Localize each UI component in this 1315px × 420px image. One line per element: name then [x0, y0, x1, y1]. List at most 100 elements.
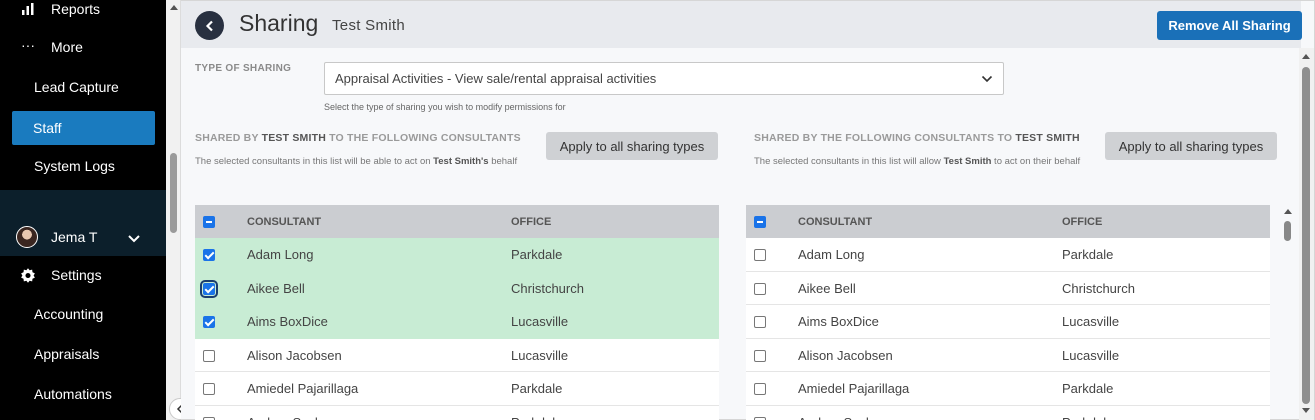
gear-icon — [20, 267, 36, 283]
consultant-office: Parkdale — [1062, 415, 1113, 420]
sidebar-item-label: Reports — [51, 1, 101, 17]
avatar — [16, 226, 38, 248]
user-menu[interactable]: Jema T — [0, 190, 166, 256]
sidebar-item-automations[interactable]: Automations — [0, 377, 166, 411]
consultant-name: Alison Jacobsen — [247, 347, 342, 363]
consultant-name: Amiedel Pajarillaga — [798, 381, 910, 396]
main-scrollbar[interactable] — [1299, 48, 1314, 420]
consultant-name: Adam Long — [247, 247, 314, 262]
consultant-name: Andrea Sachs — [798, 415, 880, 420]
consultant-name: Amiedel Pajarillaga — [247, 381, 359, 396]
consultant-office: Parkdale — [511, 247, 563, 262]
sidebar-item-appraisals[interactable]: Appraisals — [0, 337, 166, 371]
table-row[interactable]: Amiedel Pajarillaga Parkdale — [195, 372, 719, 406]
column-header-office: OFFICE — [1062, 216, 1103, 228]
type-of-sharing-select[interactable]: Appraisal Activities - View sale/rental … — [324, 62, 1004, 95]
page-subtitle: Test Smith — [332, 17, 406, 34]
row-checkbox[interactable] — [200, 279, 218, 298]
consultant-office: Lucasville — [511, 314, 569, 329]
row-checkbox[interactable] — [754, 316, 766, 328]
type-of-sharing-label: TYPE OF SHARING — [195, 63, 292, 74]
table-row[interactable]: Adam Long Parkdale — [195, 238, 719, 272]
table-row[interactable]: Andrea Sachs Parkdale — [746, 405, 1270, 420]
table-scrollbar[interactable] — [1281, 205, 1295, 420]
consultant-office: Christchurch — [511, 280, 584, 296]
row-checkbox[interactable] — [203, 249, 215, 261]
consultant-name: Adam Long — [798, 247, 865, 262]
scrollbar-thumb[interactable] — [1302, 67, 1310, 404]
consultant-office: Parkdale — [1062, 381, 1114, 396]
consultant-office: Parkdale — [1062, 247, 1114, 262]
row-checkbox[interactable] — [203, 316, 215, 328]
table-row[interactable]: Amiedel Pajarillaga Parkdale — [746, 372, 1270, 406]
chevron-down-icon[interactable] — [127, 231, 141, 247]
page-header: Sharing Test Smith Remove All Sharing — [181, 1, 1302, 48]
sidebar-item-label: Settings — [51, 267, 102, 283]
consultant-office: Lucasville — [1062, 314, 1120, 329]
scroll-up-icon[interactable] — [1284, 209, 1292, 214]
sidebar-item-lead-capture[interactable]: Lead Capture — [0, 70, 166, 104]
back-button[interactable] — [195, 11, 224, 40]
consultant-office: Christchurch — [1062, 280, 1135, 296]
sidebar-item-settings[interactable]: Settings — [0, 258, 166, 292]
sidebar-item-system-logs[interactable]: System Logs — [0, 149, 166, 183]
sidebar-item-label: System Logs — [34, 158, 115, 174]
consultant-name: Aikee Bell — [247, 280, 305, 296]
consultant-name: Andrea Sachs — [247, 415, 329, 420]
ellipsis-icon: ··· — [21, 37, 35, 53]
left-apply-all-button[interactable]: Apply to all sharing types — [546, 132, 718, 160]
scroll-up-icon[interactable] — [1302, 54, 1310, 59]
table-row[interactable]: Aims BoxDice Lucasville — [195, 305, 719, 339]
row-checkbox[interactable] — [754, 282, 766, 295]
consultant-office: Parkdale — [511, 415, 562, 420]
type-of-sharing-value: Appraisal Activities - View sale/rental … — [335, 71, 657, 86]
consultant-name: Aims BoxDice — [798, 314, 879, 329]
table-row[interactable]: Adam Long Parkdale — [746, 238, 1270, 272]
sidebar-item-accounting[interactable]: Accounting — [0, 297, 166, 331]
column-header-consultant: CONSULTANT — [247, 216, 322, 228]
table-row[interactable]: Alison Jacobsen Lucasville — [195, 338, 719, 372]
table-row[interactable]: Aims BoxDice Lucasville — [746, 305, 1270, 339]
row-checkbox[interactable] — [203, 349, 215, 362]
table-row[interactable]: Andrea Sachs Parkdale — [195, 405, 719, 420]
right-consultant-table: CONSULTANT OFFICE Adam Long Parkdale Aikee… — [746, 205, 1270, 420]
consultant-name: Aikee Bell — [798, 280, 856, 296]
row-checkbox[interactable] — [203, 383, 215, 395]
row-checkbox[interactable] — [754, 349, 766, 362]
sidebar-item-staff[interactable]: Staff — [12, 111, 155, 145]
main-content: Sharing Test Smith Remove All Sharing TY… — [181, 0, 1315, 420]
scrollbar-thumb[interactable] — [1284, 221, 1291, 241]
chevron-left-icon — [205, 20, 213, 31]
row-checkbox[interactable] — [754, 249, 766, 261]
sidebar-scrollbar[interactable] — [166, 0, 181, 420]
sidebar-item-label: Staff — [33, 120, 62, 136]
page-title: Sharing — [239, 10, 319, 36]
scroll-down-icon[interactable] — [1302, 408, 1310, 413]
sidebar-item-label: More — [51, 39, 83, 55]
row-checkbox[interactable] — [754, 383, 766, 395]
table-row[interactable]: Aikee Bell Christchurch — [746, 271, 1270, 305]
bar-chart-icon — [20, 1, 36, 17]
consultant-office: Lucasville — [1062, 347, 1120, 363]
right-section-description: The selected consultants in this list wi… — [754, 156, 1081, 167]
table-row[interactable]: Aikee Bell Christchurch — [195, 271, 719, 305]
sidebar-item-reports[interactable]: Reports — [0, 0, 166, 26]
sidebar-item-more[interactable]: ··· More — [0, 30, 166, 64]
row-checkbox[interactable] — [203, 416, 215, 420]
table-row[interactable]: Alison Jacobsen Lucasville — [746, 338, 1270, 372]
right-apply-all-button[interactable]: Apply to all sharing types — [1105, 132, 1277, 160]
left-section-title: SHARED BY TEST SMITH TO THE FOLLOWING CO… — [195, 132, 521, 144]
select-all-checkbox[interactable] — [754, 216, 766, 228]
table-header: CONSULTANT OFFICE — [746, 205, 1270, 238]
type-of-sharing-help: Select the type of sharing you wish to m… — [324, 102, 566, 112]
consultant-office: Parkdale — [511, 381, 563, 396]
sidebar-item-label: Appraisals — [34, 346, 100, 362]
user-name: Jema T — [51, 229, 98, 245]
row-checkbox[interactable] — [754, 416, 766, 420]
table-header: CONSULTANT OFFICE — [195, 205, 719, 238]
chevron-down-icon — [981, 75, 993, 83]
scrollbar-thumb[interactable] — [170, 153, 177, 233]
select-all-checkbox[interactable] — [203, 216, 215, 228]
scroll-up-icon[interactable] — [170, 5, 178, 10]
remove-all-sharing-button[interactable]: Remove All Sharing — [1157, 11, 1302, 40]
